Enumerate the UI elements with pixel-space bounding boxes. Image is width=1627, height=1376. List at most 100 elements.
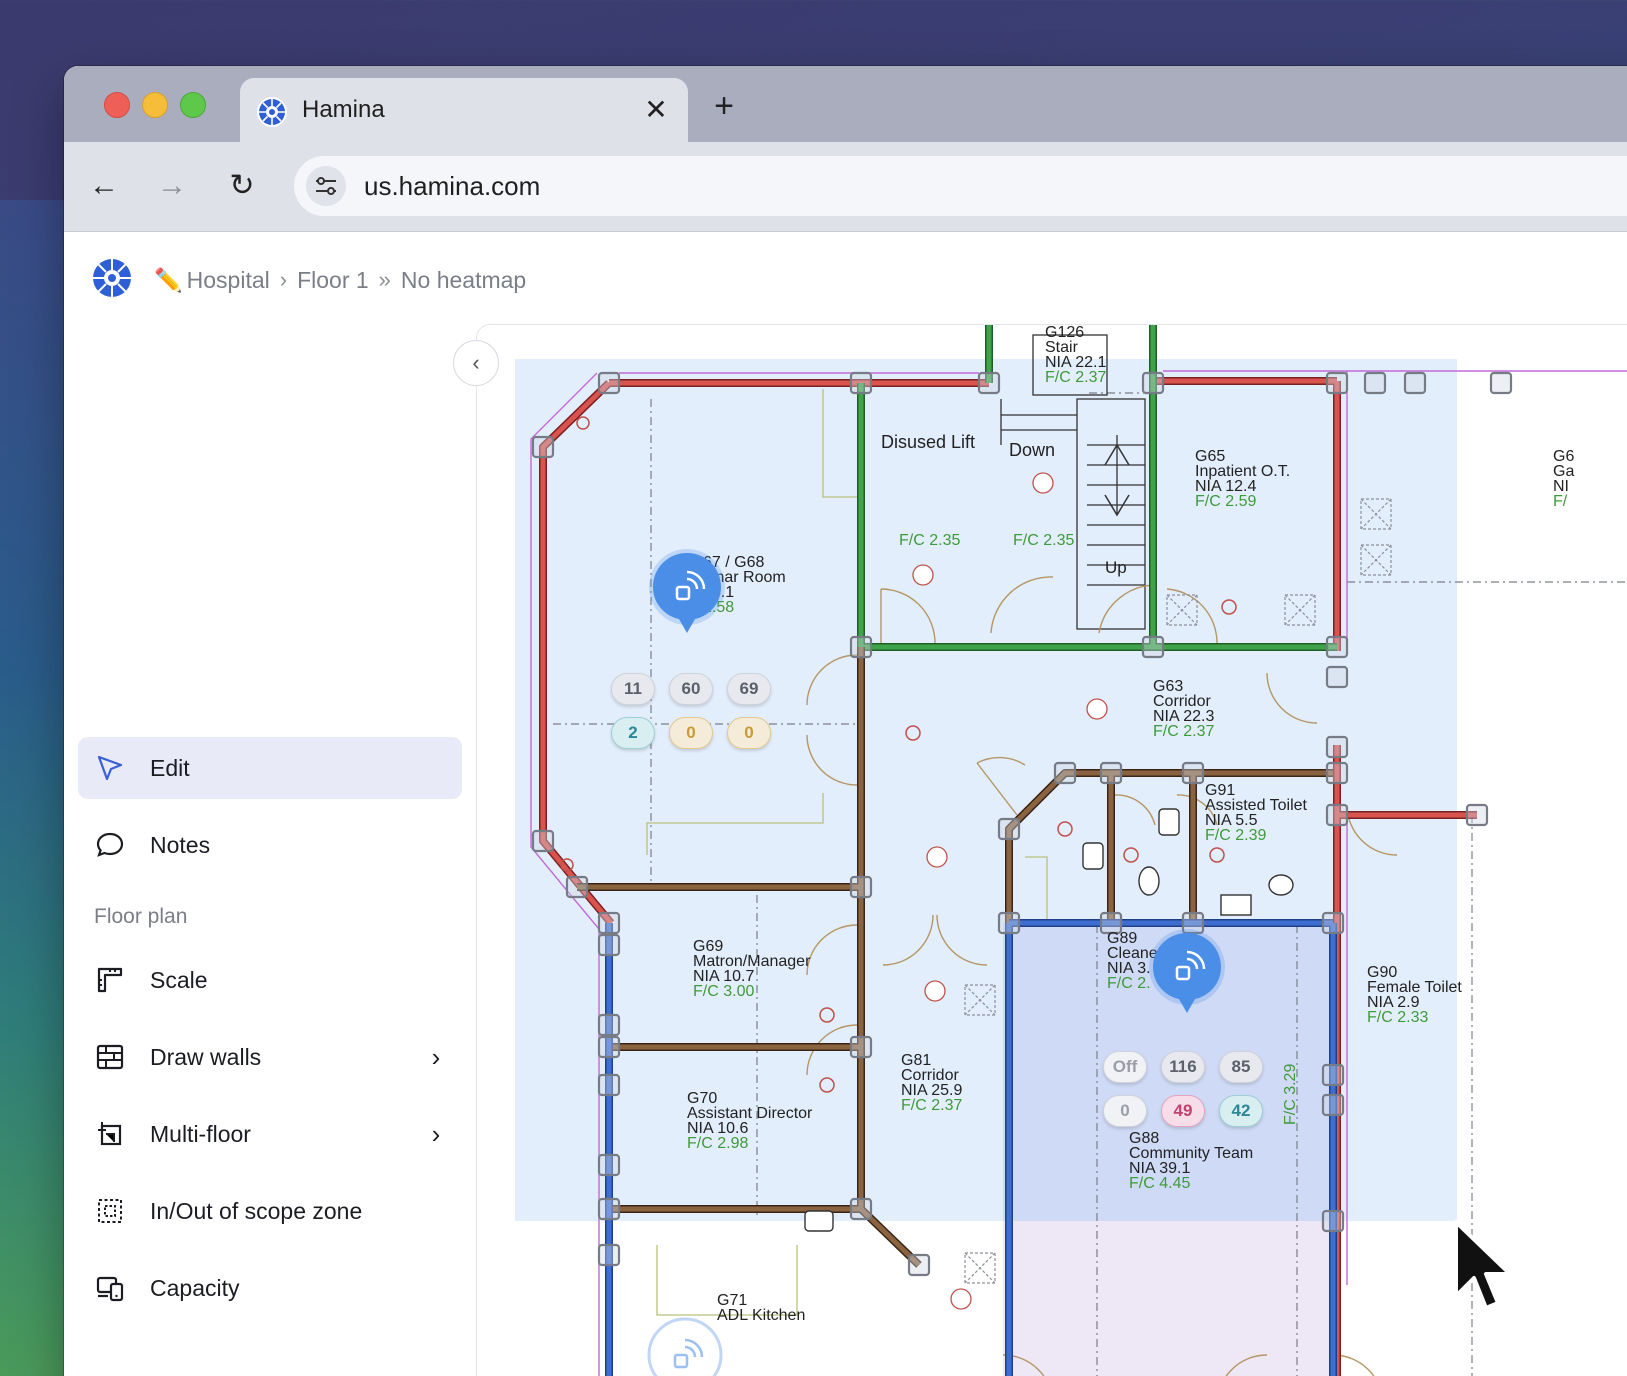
sidebar-item-draw-walls[interactable]: Draw walls › xyxy=(78,1026,462,1088)
tab-title: Hamina xyxy=(302,96,385,123)
room-label: G63 Corridor NIA 22.3 F/C 2.37 xyxy=(1153,679,1215,740)
channel-badge: 60 xyxy=(669,673,713,705)
room-fc: F/C 2.59 xyxy=(1195,493,1257,510)
wall-grid-icon xyxy=(96,1044,124,1070)
chevron-right-icon: › xyxy=(279,266,288,292)
sidebar-item-scale[interactable]: Scale xyxy=(78,949,462,1011)
sidebar-item-label: Draw walls xyxy=(150,1044,262,1070)
browser-window: Hamina ✕ + ← → ↻ us.hamina.com ✏️ Hospit… xyxy=(64,66,1627,1376)
room-fc: F/C 3.00 xyxy=(693,983,755,1000)
ap-badges-top: Off 116 85 xyxy=(1103,1051,1263,1083)
mouse-cursor-icon xyxy=(1454,1220,1512,1310)
room-fc: F/C 2.39 xyxy=(1205,827,1267,844)
access-point-pin-icon[interactable] xyxy=(645,1315,725,1376)
favicon-icon xyxy=(257,97,287,127)
count-badge: 2 xyxy=(611,717,655,749)
count-badge: 0 xyxy=(1103,1095,1147,1127)
room-label: Up xyxy=(1105,558,1127,577)
sidebar-item-capacity[interactable]: Capacity xyxy=(78,1257,462,1319)
room-fc: F/ xyxy=(1553,493,1568,510)
pencil-icon[interactable]: ✏️ xyxy=(154,264,183,296)
sidebar-item-label: Edit xyxy=(150,755,190,781)
tab-hamina[interactable]: Hamina ✕ xyxy=(240,78,688,144)
breadcrumb-floor[interactable]: Floor 1 xyxy=(297,264,369,296)
room-fc: F/C 2.98 xyxy=(687,1135,749,1152)
ap-badges-bottom: 0 49 42 xyxy=(1103,1095,1263,1127)
channel-badge: Off xyxy=(1103,1051,1147,1083)
room-label: G70 Assistant Director NIA 10.6 F/C 2.98 xyxy=(687,1091,812,1152)
sidebar-item-label: Scale xyxy=(150,967,208,993)
ap-badges-top: 11 60 69 xyxy=(611,673,771,705)
back-arrow-icon[interactable]: ← xyxy=(82,164,126,208)
channel-badge: 11 xyxy=(611,673,655,705)
room-line: ADL Kitchen xyxy=(717,1307,806,1324)
room-label: G71 ADL Kitchen xyxy=(717,1293,806,1324)
room-fc: F/C 2.33 xyxy=(1367,1009,1429,1026)
browser-toolbar: ← → ↻ us.hamina.com xyxy=(64,142,1627,232)
close-window-button[interactable] xyxy=(104,92,130,118)
room-fc-label: F/C 3.29 xyxy=(1282,1063,1299,1125)
maximize-window-button[interactable] xyxy=(180,92,206,118)
room-label: G88 Community Team NIA 39.1 F/C 4.45 xyxy=(1129,1131,1253,1192)
double-chevron-icon: » xyxy=(378,266,391,292)
room-label: G65 Inpatient O.T. NIA 12.4 F/C 2.59 xyxy=(1195,449,1290,510)
sidebar-item-label: In/Out of scope zone xyxy=(150,1198,363,1224)
site-settings-icon[interactable] xyxy=(306,166,346,206)
sidebar-item-label: Capacity xyxy=(150,1275,240,1301)
hamina-logo-icon[interactable] xyxy=(90,256,134,300)
count-badge: 49 xyxy=(1161,1095,1205,1127)
sidebar-item-label: Notes xyxy=(150,832,211,858)
channel-badge: 85 xyxy=(1219,1051,1263,1083)
url-text: us.hamina.com xyxy=(364,171,541,201)
room-fc: F/C 2.37 xyxy=(1045,369,1107,386)
ap-badges-bottom: 2 0 0 xyxy=(611,717,771,749)
channel-badge: 69 xyxy=(727,673,771,705)
access-point-pin-icon[interactable] xyxy=(647,547,727,643)
room-label: G81 Corridor NIA 25.9 F/C 2.37 xyxy=(901,1053,963,1114)
chevron-right-icon: › xyxy=(431,1042,441,1072)
breadcrumb-heatmap[interactable]: No heatmap xyxy=(401,264,526,296)
chevron-right-icon: › xyxy=(431,1119,441,1149)
tab-strip: Hamina ✕ + xyxy=(64,66,1627,144)
room-fc: F/C 4.45 xyxy=(1129,1175,1191,1192)
room-label: Disused Lift xyxy=(881,432,976,452)
speech-bubble-icon xyxy=(96,832,124,857)
room-fc: F/C 2.37 xyxy=(1153,723,1215,740)
close-icon[interactable]: ✕ xyxy=(640,94,672,126)
room-fc-label: F/C 2.35 xyxy=(1013,532,1075,549)
channel-badge: 116 xyxy=(1161,1051,1205,1083)
room-fc: F/C 2.37 xyxy=(901,1097,963,1114)
count-badge: 42 xyxy=(1219,1095,1263,1127)
sidebar-item-label: Multi-floor xyxy=(150,1121,251,1147)
ruler-icon xyxy=(97,967,123,993)
devices-icon xyxy=(96,1276,124,1302)
count-badge: 0 xyxy=(669,717,713,749)
room-label: G90 Female Toilet NIA 2.9 F/C 2.33 xyxy=(1367,965,1462,1026)
sidebar-item-notes[interactable]: Notes xyxy=(78,814,462,876)
multi-floor-icon xyxy=(98,1122,122,1146)
sidebar-item-scope-zone[interactable]: In/Out of scope zone xyxy=(78,1180,462,1242)
app-header: ✏️ Hospital › Floor 1 » No heatmap xyxy=(64,232,1627,324)
room-fc-label: F/C 2.35 xyxy=(899,532,961,549)
room-fc: F/C 2. xyxy=(1107,975,1151,992)
breadcrumb-project[interactable]: Hospital xyxy=(187,264,270,296)
section-floor-plan: Floor plan xyxy=(94,905,188,928)
access-point-pin-icon[interactable] xyxy=(1147,927,1227,1023)
room-label: G126 Stair NIA 22.1 F/C 2.37 xyxy=(1045,325,1107,386)
room-label: G69 Matron/Manager NIA 10.7 F/C 3.00 xyxy=(693,939,810,1000)
sidebar: Edit Notes Floor plan Scale Draw walls › xyxy=(64,324,476,1376)
reload-icon[interactable]: ↻ xyxy=(220,164,264,208)
breadcrumb: ✏️ Hospital › Floor 1 » No heatmap xyxy=(154,262,526,296)
sidebar-item-multi-floor[interactable]: Multi-floor › xyxy=(78,1103,462,1165)
plus-icon[interactable]: + xyxy=(706,88,742,124)
count-badge: 0 xyxy=(727,717,771,749)
forward-arrow-icon[interactable]: → xyxy=(150,164,194,208)
scope-zone-icon xyxy=(98,1199,122,1223)
room-label: G6 Ga NI F/ xyxy=(1553,449,1574,510)
room-label: G91 Assisted Toilet NIA 5.5 F/C 2.39 xyxy=(1205,783,1307,844)
address-bar[interactable]: us.hamina.com xyxy=(294,156,1627,216)
room-label: Down xyxy=(1009,440,1056,460)
sidebar-item-edit[interactable]: Edit xyxy=(78,737,462,799)
collapse-sidebar-button[interactable]: ‹ xyxy=(453,340,499,386)
minimize-window-button[interactable] xyxy=(142,92,168,118)
